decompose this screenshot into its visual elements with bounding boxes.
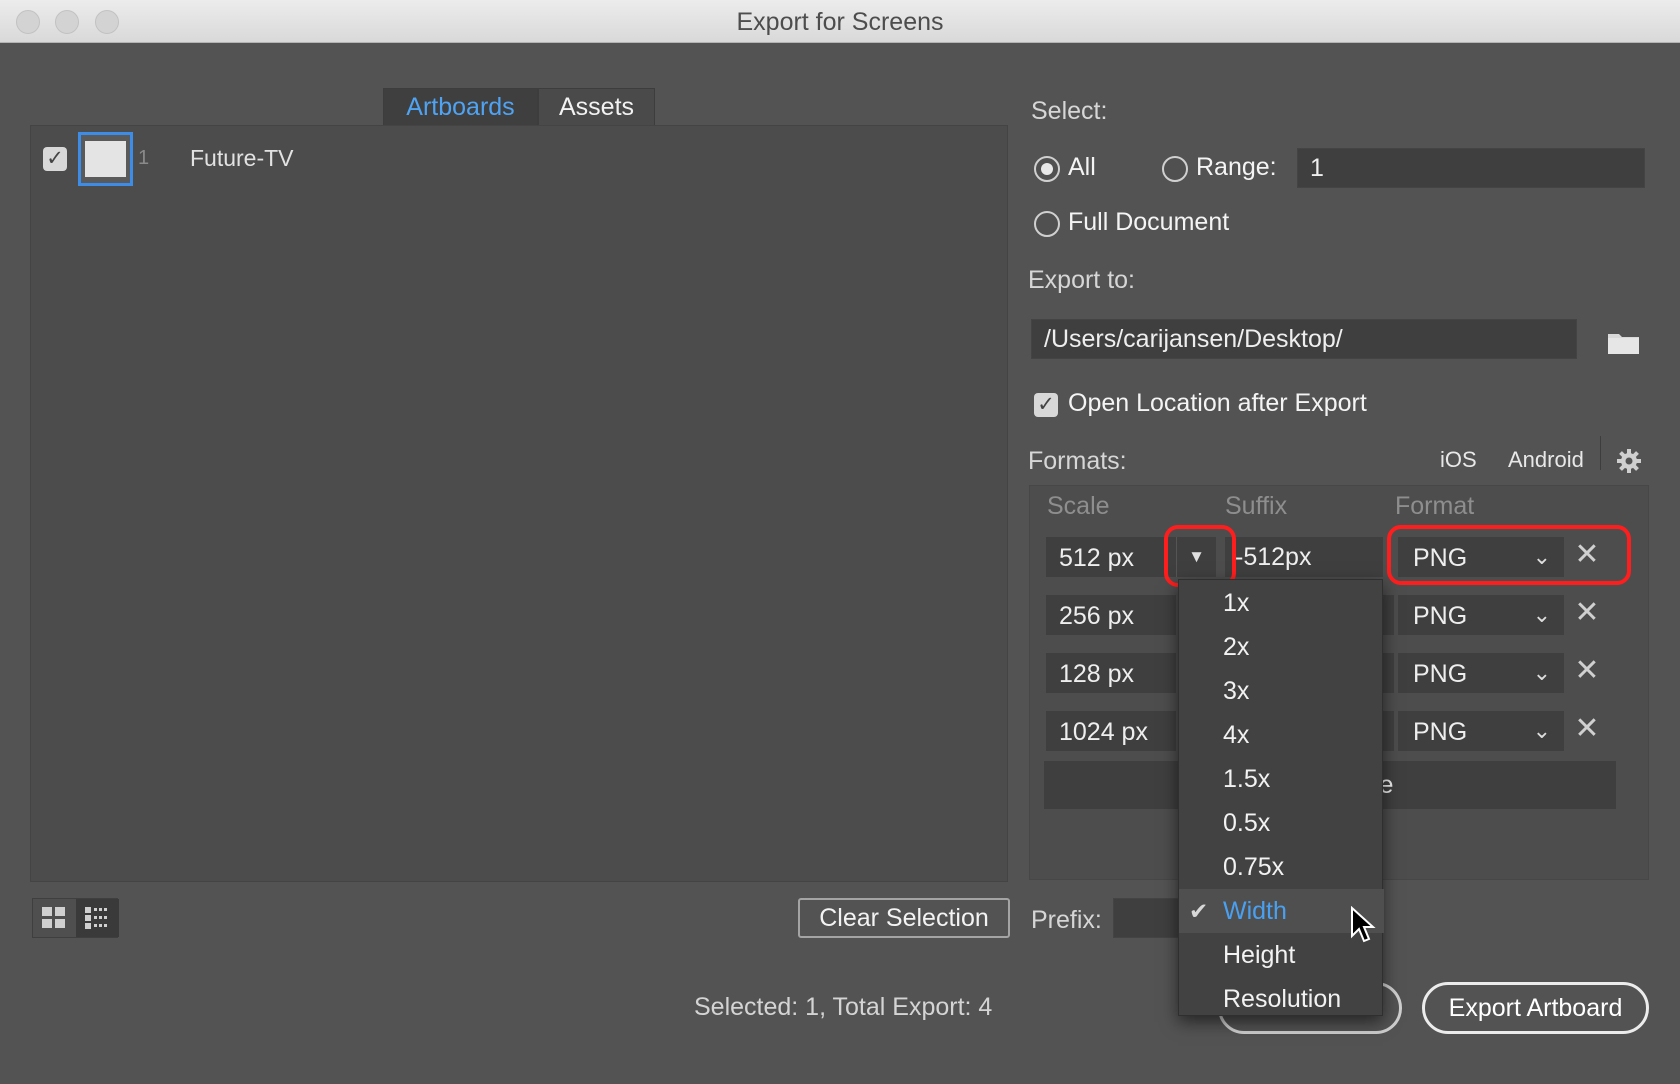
list-view-icon: [85, 907, 107, 929]
annotation-highlight: [1387, 525, 1631, 585]
column-scale: Scale: [1047, 492, 1110, 520]
open-location-label[interactable]: Open Location after Export: [1068, 389, 1367, 418]
radio-full-document-label[interactable]: Full Document: [1068, 208, 1229, 237]
format-value: PNG: [1413, 660, 1468, 688]
format-select[interactable]: PNG ⌄: [1398, 595, 1564, 635]
tab-assets[interactable]: Assets: [538, 88, 655, 125]
suffix-field[interactable]: -512px: [1225, 537, 1383, 577]
column-format: Format: [1395, 492, 1475, 520]
menu-item-0-75x[interactable]: 0.75x: [1179, 845, 1384, 889]
artboard-name[interactable]: Future-TV: [190, 145, 294, 172]
divider: [1600, 436, 1601, 470]
artboard-thumbnail[interactable]: [78, 132, 133, 186]
window-title: Export for Screens: [736, 8, 944, 36]
checkmark-icon: ✔: [1189, 898, 1209, 924]
close-icon: ✕: [1574, 596, 1600, 629]
artboard-number: 1: [138, 147, 150, 169]
radio-range[interactable]: [1162, 156, 1188, 182]
menu-item-4x[interactable]: 4x: [1179, 713, 1384, 757]
radio-range-label[interactable]: Range:: [1196, 153, 1277, 182]
list-view-button[interactable]: [76, 899, 119, 937]
format-value: PNG: [1413, 602, 1468, 630]
format-value: PNG: [1413, 718, 1468, 746]
remove-format-button[interactable]: ✕: [1572, 593, 1602, 633]
menu-item-3x[interactable]: 3x: [1179, 669, 1384, 713]
formats-label: Formats:: [1028, 447, 1127, 475]
scale-field[interactable]: 512 px: [1046, 537, 1176, 577]
format-select[interactable]: PNG ⌄: [1398, 711, 1564, 751]
format-select[interactable]: PNG ⌄: [1398, 653, 1564, 693]
scale-field[interactable]: 1024 px: [1046, 711, 1176, 751]
range-input[interactable]: 1: [1297, 148, 1645, 188]
artboard-checkbox[interactable]: ✓: [43, 147, 67, 171]
artboard-list: [30, 125, 1008, 882]
menu-item-1x[interactable]: 1x: [1179, 581, 1384, 625]
radio-all[interactable]: [1034, 156, 1060, 182]
gear-icon: [1617, 449, 1641, 473]
menu-item-label: Width: [1223, 897, 1287, 925]
column-suffix: Suffix: [1225, 492, 1288, 520]
prefix-label: Prefix:: [1031, 906, 1102, 934]
view-toggle: [32, 898, 119, 938]
selection-status: Selected: 1, Total Export: 4: [694, 993, 993, 1021]
radio-full-document[interactable]: [1034, 211, 1060, 237]
export-to-label: Export to:: [1028, 266, 1135, 294]
scale-field[interactable]: 128 px: [1046, 653, 1176, 693]
grid-view-icon: [42, 907, 65, 928]
clear-selection-button[interactable]: Clear Selection: [798, 898, 1010, 938]
select-label: Select:: [1031, 97, 1108, 125]
folder-button[interactable]: [1606, 328, 1642, 361]
close-icon: ✕: [1574, 712, 1600, 745]
menu-item-1-5x[interactable]: 1.5x: [1179, 757, 1384, 801]
annotation-highlight: [1164, 525, 1236, 587]
mouse-cursor-icon: [1350, 905, 1376, 949]
open-location-checkbox[interactable]: ✓: [1034, 393, 1058, 417]
tab-artboards[interactable]: Artboards: [383, 88, 538, 125]
grid-view-button[interactable]: [33, 899, 76, 937]
remove-format-button[interactable]: ✕: [1572, 709, 1602, 749]
ios-preset-button[interactable]: iOS: [1440, 447, 1477, 473]
export-path-field[interactable]: /Users/carijansen/Desktop/: [1031, 319, 1577, 359]
menu-item-resolution[interactable]: Resolution: [1179, 977, 1384, 1021]
chevron-down-icon: ⌄: [1532, 660, 1551, 685]
menu-item-2x[interactable]: 2x: [1179, 625, 1384, 669]
scale-field[interactable]: 256 px: [1046, 595, 1176, 635]
chevron-down-icon: ⌄: [1532, 602, 1551, 627]
scale-dropdown-menu: 1x 2x 3x 4x 1.5x 0.5x 0.75x ✔ Width Heigh…: [1178, 579, 1384, 1016]
menu-item-0-5x[interactable]: 0.5x: [1179, 801, 1384, 845]
chevron-down-icon: ⌄: [1532, 718, 1551, 743]
folder-icon: [1608, 334, 1639, 354]
remove-format-button[interactable]: ✕: [1572, 651, 1602, 691]
radio-all-label[interactable]: All: [1068, 153, 1096, 182]
android-preset-button[interactable]: Android: [1508, 447, 1584, 473]
close-icon: ✕: [1574, 654, 1600, 687]
settings-button[interactable]: [1616, 448, 1642, 479]
export-artboard-button[interactable]: Export Artboard: [1422, 982, 1649, 1034]
